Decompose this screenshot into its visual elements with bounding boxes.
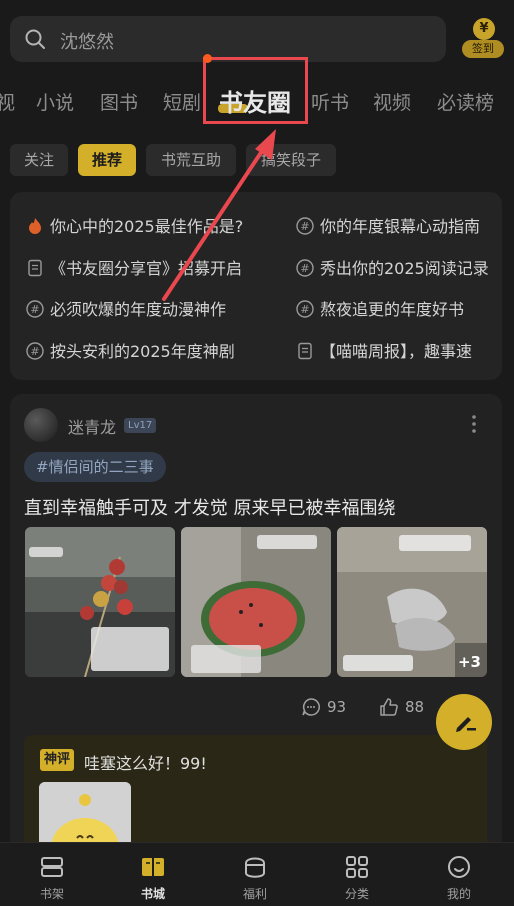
document-icon xyxy=(28,259,42,277)
highlight-dot xyxy=(203,54,212,63)
topic-item[interactable]: 【喵喵周报】，趣事速 xyxy=(296,338,502,362)
post-username[interactable]: 迷青龙 xyxy=(68,414,116,438)
hashtag-icon: # xyxy=(296,259,314,277)
hashtag-icon: # xyxy=(26,300,44,318)
search-placeholder: 沈悠然 xyxy=(60,32,114,53)
post-image-watermelon[interactable] xyxy=(181,527,331,677)
hot-topics-panel: 你心中的2025最佳作品是? # 你的年度银幕心动指南 《书友圈分享官》招募开启 … xyxy=(10,192,502,380)
svg-text:#: # xyxy=(30,303,39,316)
topic-item[interactable]: # 你的年度银幕心动指南 xyxy=(296,213,502,237)
avatar[interactable] xyxy=(24,408,58,442)
pencil-icon xyxy=(456,717,476,732)
compose-post-button[interactable] xyxy=(436,694,492,750)
svg-text:#: # xyxy=(300,220,309,233)
thumbs-up-icon xyxy=(380,698,398,716)
tab-video-cut[interactable]: 视 xyxy=(0,88,15,115)
hashtag-icon: # xyxy=(26,342,44,360)
tab-books[interactable]: 图书 xyxy=(100,88,138,115)
comment-count[interactable]: 93 xyxy=(301,697,346,721)
open-book-icon xyxy=(142,858,164,876)
hashtag-icon: # xyxy=(296,300,314,318)
nav-bookstore[interactable]: 书城 xyxy=(123,853,183,905)
comment-bubble-icon xyxy=(302,698,320,716)
more-images-count: +3 xyxy=(457,653,481,671)
topic-item[interactable]: # 秀出你的2025阅读记录 xyxy=(296,255,502,279)
top-comment-badge: 神评 xyxy=(40,749,75,771)
nav-categories[interactable]: 分类 xyxy=(327,853,387,905)
coin-icon: ¥ xyxy=(473,18,495,40)
post-text: 直到幸福触手可及 才发觉 原来早已被幸福围绕 xyxy=(24,498,396,519)
top-comment[interactable]: 神评 哇塞这么好！99! xyxy=(24,735,487,854)
chip-book-help[interactable]: 书荒互助 xyxy=(146,144,236,176)
topic-item[interactable]: # 必须吹爆的年度动漫神作 xyxy=(26,296,288,320)
more-options-icon[interactable] xyxy=(468,412,480,436)
search-icon xyxy=(25,29,45,49)
nav-bookshelf[interactable]: 书架 xyxy=(22,853,82,905)
tab-short-drama[interactable]: 短剧 xyxy=(163,88,201,115)
bottom-nav: 书架 书城 福利 分类 我的 xyxy=(0,842,514,906)
svg-text:#: # xyxy=(30,345,39,358)
post-image-sneakers[interactable]: +3 xyxy=(337,527,487,677)
document-icon xyxy=(298,342,312,360)
rewards-icon xyxy=(245,857,265,878)
tab-novel[interactable]: 小说 xyxy=(36,88,74,115)
hashtag-icon: # xyxy=(296,217,314,235)
chip-recommend[interactable]: 推荐 xyxy=(78,144,136,176)
tab-audiobooks[interactable]: 听书 xyxy=(311,88,349,115)
level-badge: Lv17 xyxy=(124,418,157,433)
bookshelf-icon xyxy=(41,857,63,877)
nav-rewards[interactable]: 福利 xyxy=(225,853,285,905)
topic-item[interactable]: # 按头安利的2025年度神剧 xyxy=(26,338,288,362)
chip-funny-jokes[interactable]: 搞笑段子 xyxy=(246,144,336,176)
highlight-box xyxy=(203,57,308,124)
svg-text:#: # xyxy=(300,262,309,275)
post-image-candied-fruit[interactable] xyxy=(25,527,175,677)
topic-item[interactable]: 你心中的2025最佳作品是? xyxy=(26,213,288,237)
grid-icon xyxy=(346,856,368,878)
svg-text:#: # xyxy=(300,303,309,316)
filter-chips: 关注 推荐 书荒互助 搞笑段子 xyxy=(0,144,514,178)
topic-item[interactable]: 《书友圈分享官》招募开启 xyxy=(26,255,288,279)
smile-face-icon xyxy=(448,856,470,878)
signin-button[interactable]: ¥ 签到 xyxy=(460,18,506,62)
tab-videos[interactable]: 视频 xyxy=(373,88,411,115)
fire-icon xyxy=(29,218,41,234)
signin-label: 签到 xyxy=(462,40,504,58)
tab-must-read-rank[interactable]: 必读榜 xyxy=(437,88,494,115)
chip-follow[interactable]: 关注 xyxy=(10,144,68,176)
nav-profile[interactable]: 我的 xyxy=(429,853,489,905)
topic-item[interactable]: # 熬夜追更的年度好书 xyxy=(296,296,502,320)
like-count[interactable]: 88 xyxy=(379,697,424,721)
post-topic-tag[interactable]: #情侣间的二三事 xyxy=(24,452,166,482)
post-card[interactable]: 迷青龙 Lv17 #情侣间的二三事 直到幸福触手可及 才发觉 原来早已被幸福围绕 xyxy=(10,394,502,854)
top-comment-text: 哇塞这么好！99! xyxy=(84,754,207,773)
search-input[interactable]: 沈悠然 xyxy=(10,16,446,62)
